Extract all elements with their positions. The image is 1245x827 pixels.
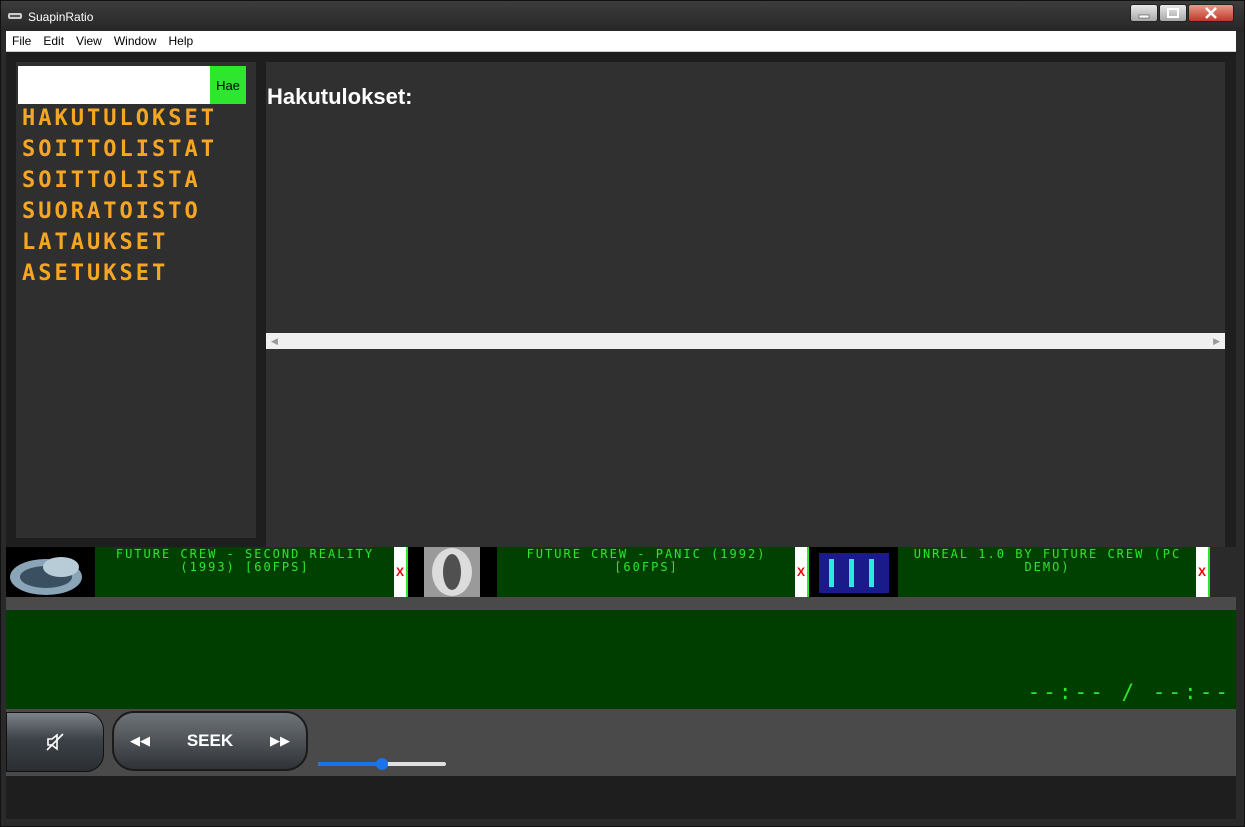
mute-button[interactable]: [6, 712, 104, 772]
horizontal-scrollbar[interactable]: ◀ ▶: [266, 333, 1225, 349]
maximize-button[interactable]: [1159, 4, 1187, 22]
minimize-button[interactable]: [1130, 4, 1158, 22]
menu-file[interactable]: File: [6, 34, 37, 48]
volume-slider[interactable]: [318, 758, 446, 770]
nav-item-lataukset[interactable]: LATAUKSET: [22, 230, 168, 256]
video-thumbnail: [6, 547, 95, 597]
queue-item-title: FUTURE CREW - PANIC (1992) [60FPS]: [526, 547, 767, 574]
menu-edit[interactable]: Edit: [37, 34, 70, 48]
queue-item[interactable]: UNREAL 1.0 BY FUTURE CREW (PC DEMO) X: [809, 547, 1210, 597]
menu-help[interactable]: Help: [163, 34, 200, 48]
queue-item[interactable]: FUTURE CREW - PANIC (1992) [60FPS] X: [408, 547, 809, 597]
queue-item-title: UNREAL 1.0 BY FUTURE CREW (PC DEMO): [913, 547, 1182, 574]
title-bar[interactable]: SuapinRatio: [1, 1, 1244, 32]
window-title: SuapinRatio: [28, 10, 94, 24]
volume-fill: [318, 762, 382, 766]
scroll-right-icon[interactable]: ▶: [1213, 336, 1220, 347]
fast-forward-icon[interactable]: ▶▶: [270, 733, 290, 749]
remove-button[interactable]: X: [1196, 547, 1208, 597]
status-area: [6, 776, 1236, 819]
close-button[interactable]: [1188, 4, 1234, 22]
menu-bar: File Edit View Window Help: [6, 31, 1236, 52]
nav-item-soittolistat[interactable]: SOITTOLISTAT: [22, 137, 217, 163]
maximize-icon: [1167, 8, 1179, 18]
seek-control[interactable]: ◀◀ SEEK ▶▶: [112, 711, 308, 771]
divider: [6, 597, 1236, 610]
main-panel: [266, 62, 1225, 547]
search-input[interactable]: [18, 66, 210, 104]
page-title: Hakutulokset:: [267, 84, 413, 109]
queue-item-title: FUTURE CREW - SECOND REALITY (1993) [60F…: [115, 547, 375, 574]
window-controls: [1130, 4, 1234, 24]
mute-icon: [46, 733, 64, 751]
nav-item-soittolista[interactable]: SOITTOLISTA: [22, 168, 201, 194]
app-icon: [8, 13, 22, 19]
queue-item[interactable]: FUTURE CREW - SECOND REALITY (1993) [60F…: [6, 547, 408, 597]
volume-thumb[interactable]: [376, 758, 388, 770]
rewind-icon[interactable]: ◀◀: [130, 733, 150, 749]
sidebar: [16, 62, 256, 538]
nav-item-asetukset[interactable]: ASETUKSET: [22, 261, 168, 287]
seek-label: SEEK: [186, 731, 234, 750]
nav-item-suoratoisto[interactable]: SUORATOISTO: [22, 199, 201, 225]
video-thumbnail: [408, 547, 497, 597]
time-display: --:-- / --:--: [1027, 680, 1231, 704]
nav-item-hakutulokset[interactable]: HAKUTULOKSET: [22, 106, 217, 132]
remove-button[interactable]: X: [394, 547, 406, 597]
menu-window[interactable]: Window: [108, 34, 163, 48]
close-icon: [1205, 7, 1217, 19]
search-button[interactable]: Hae: [210, 66, 246, 104]
video-thumbnail: [809, 547, 898, 597]
minimize-icon: [1138, 14, 1150, 19]
scroll-left-icon[interactable]: ◀: [271, 336, 278, 347]
menu-view[interactable]: View: [70, 34, 108, 48]
remove-button[interactable]: X: [795, 547, 807, 597]
